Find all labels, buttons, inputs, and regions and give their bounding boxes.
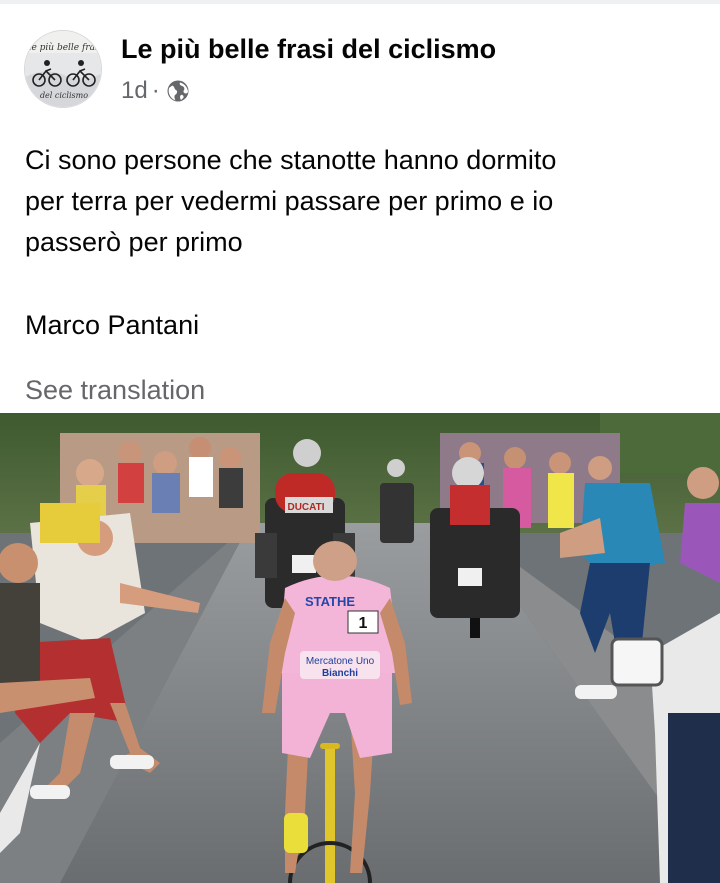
post-photo[interactable]: DUCATI STATHE 1 Mercatone Uno Bianchi [0, 413, 720, 883]
jersey-bike: Bianchi [322, 668, 358, 679]
avatar-logo: Le più belle frasi del ciclismo [25, 31, 102, 107]
avatar-logo-text-bottom: del ciclismo [40, 91, 88, 100]
globe-icon[interactable] [166, 79, 190, 103]
post-text-line: per terra per vedermi passare per primo … [25, 186, 554, 216]
post-author-line: Marco Pantani [25, 310, 200, 340]
post-text-line: passerò per primo [25, 227, 243, 257]
avatar-logo-text-top: Le più belle frasi [25, 42, 102, 53]
post-body: Ci sono persone che stanotte hanno dormi… [25, 140, 695, 263]
jersey-text-top: STATHE [305, 594, 355, 609]
jersey-number: 1 [359, 615, 368, 632]
moto-label: DUCATI [287, 502, 324, 513]
post-meta: 1d · [121, 76, 190, 106]
post-timestamp[interactable]: 1d [121, 77, 148, 105]
meta-separator: · [151, 77, 160, 104]
jersey-sponsor: Mercatone Uno [306, 656, 375, 667]
page-name-link[interactable]: Le più belle frasi del ciclismo [121, 34, 496, 65]
post-header: Le più belle frasi del ciclismo Le più b… [0, 28, 720, 110]
see-translation-link[interactable]: See translation [25, 371, 205, 409]
page-avatar[interactable]: Le più belle frasi del ciclismo [24, 30, 102, 108]
top-divider [0, 0, 720, 4]
post-text-line: Ci sono persone che stanotte hanno dormi… [25, 145, 557, 175]
